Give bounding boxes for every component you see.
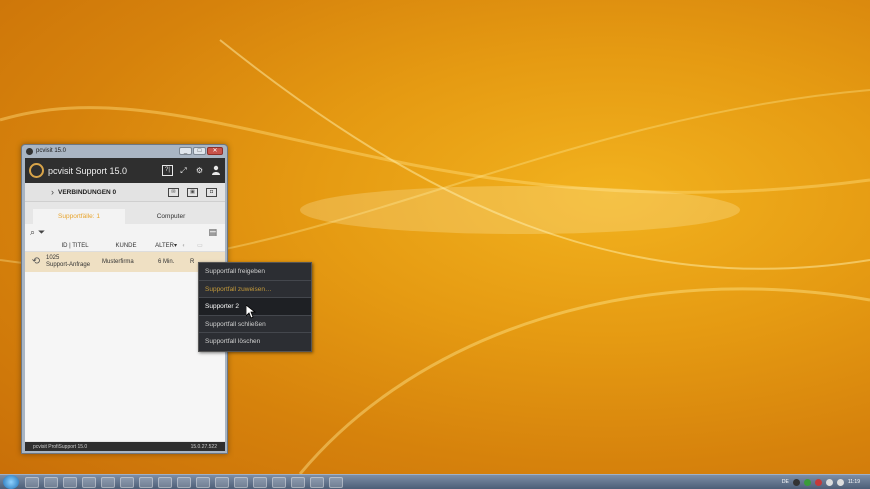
contact-card-icon[interactable]: ◘ bbox=[206, 187, 217, 197]
system-tray: DE 11:19 bbox=[782, 478, 870, 486]
taskbar-app-icon[interactable] bbox=[215, 476, 229, 488]
chevron-right-icon[interactable]: › bbox=[51, 187, 54, 197]
taskbar-app-icon[interactable] bbox=[101, 476, 115, 488]
table-row[interactable]: ⟲ 1025 Support-Anfrage Musterfirma 6 Min… bbox=[25, 252, 225, 272]
connections-bar[interactable]: › VERBINDUNGEN 0 ✉ ▣ ◘ bbox=[25, 183, 225, 202]
search-icon[interactable]: ⌕ bbox=[30, 227, 35, 238]
tab-bar: Supportfälle: 1 Computer bbox=[25, 209, 225, 224]
start-button[interactable] bbox=[3, 475, 19, 489]
taskbar-app-icon[interactable] bbox=[120, 476, 134, 488]
tab-computer[interactable]: Computer bbox=[125, 209, 217, 224]
help-icon[interactable]: ?| bbox=[162, 165, 173, 176]
taskbar-app-icon[interactable] bbox=[310, 476, 324, 488]
app-icon bbox=[26, 147, 33, 155]
window-title: pcvisit 15.0 bbox=[36, 148, 67, 154]
clock[interactable]: 11:19 bbox=[848, 479, 860, 485]
main-content: › VERBINDUNGEN 0 ✉ ▣ ◘ Supportfälle: 1 C… bbox=[25, 183, 225, 445]
case-title: Support-Anfrage bbox=[46, 262, 91, 268]
tab-support-cases[interactable]: Supportfälle: 1 bbox=[33, 209, 125, 224]
taskbar-app-icon[interactable] bbox=[177, 476, 191, 488]
taskbar-app-icon[interactable] bbox=[329, 476, 343, 488]
case-extra: R bbox=[190, 259, 195, 265]
pcvisit-tray-icon[interactable] bbox=[792, 478, 800, 486]
pcvisit-window: pcvisit 15.0 _ □ ✕ pcvisit Support 15.0 … bbox=[21, 144, 228, 454]
window-titlebar[interactable]: pcvisit 15.0 _ □ ✕ bbox=[22, 145, 227, 157]
user-icon[interactable] bbox=[210, 165, 221, 176]
menu-item-release-case[interactable]: Supportfall freigeben bbox=[199, 263, 311, 281]
column-id-title[interactable]: ID | TITEL bbox=[25, 243, 105, 249]
status-bar: pcvisit ProfiSupport 15.0 15.0.27.522 bbox=[25, 442, 225, 451]
list-toolbar: ⌕ ⏷ ▤ bbox=[25, 224, 225, 240]
network-tray-icon[interactable] bbox=[825, 478, 833, 486]
case-list-area bbox=[25, 272, 225, 441]
taskbar-app-icon[interactable] bbox=[272, 476, 286, 488]
document-icon[interactable]: ▤ bbox=[208, 227, 217, 238]
taskbar-app-icon[interactable] bbox=[234, 476, 248, 488]
taskbar-app-icon[interactable] bbox=[63, 476, 77, 488]
table-header: ID | TITEL KUNDE ALTER▾ ◐ ▭ bbox=[25, 240, 225, 252]
taskbar-app-icon[interactable] bbox=[44, 476, 58, 488]
volume-tray-icon[interactable] bbox=[836, 478, 844, 486]
column-age[interactable]: ALTER▾ bbox=[147, 242, 177, 249]
taskbar-app-icon[interactable] bbox=[82, 476, 96, 488]
column-status-icon[interactable]: ◐ bbox=[177, 243, 191, 249]
app-name: pcvisit Support 15.0 bbox=[48, 165, 128, 176]
taskbar-app-icon[interactable] bbox=[291, 476, 305, 488]
app-header: pcvisit Support 15.0 ?| ⤢ ⚙ bbox=[25, 158, 225, 183]
maximize-button[interactable]: □ bbox=[193, 147, 206, 155]
taskbar-app-icon[interactable] bbox=[139, 476, 153, 488]
remote-session-icon[interactable]: ▣ bbox=[187, 187, 198, 197]
column-chat-icon[interactable]: ▭ bbox=[191, 242, 209, 249]
taskbar-app-icon[interactable] bbox=[196, 476, 210, 488]
support-request-icon: ⟲ bbox=[31, 256, 41, 267]
security-tray-icon[interactable] bbox=[803, 478, 811, 486]
taskbar: DE 11:19 bbox=[0, 474, 870, 489]
menu-item-assign-case[interactable]: Supportfall zuweisen… bbox=[199, 281, 311, 298]
mouse-cursor-icon bbox=[246, 305, 256, 319]
filter-icon[interactable]: ⏷ bbox=[38, 227, 45, 238]
minimize-button[interactable]: _ bbox=[179, 147, 192, 155]
close-button[interactable]: ✕ bbox=[207, 147, 223, 155]
pcvisit-logo-icon bbox=[29, 163, 44, 178]
case-age: 6 Min. bbox=[158, 259, 175, 265]
flag-tray-icon[interactable] bbox=[814, 478, 822, 486]
case-customer: Musterfirma bbox=[102, 259, 134, 265]
taskbar-app-icon[interactable] bbox=[253, 476, 267, 488]
invite-mail-icon[interactable]: ✉ bbox=[168, 187, 179, 197]
taskbar-app-icon[interactable] bbox=[25, 476, 39, 488]
language-indicator[interactable]: DE bbox=[782, 479, 789, 485]
expand-icon[interactable]: ⤢ bbox=[178, 165, 189, 176]
menu-item-delete-case[interactable]: Supportfall löschen bbox=[199, 333, 311, 351]
gear-icon[interactable]: ⚙ bbox=[194, 165, 205, 176]
column-customer[interactable]: KUNDE bbox=[105, 243, 147, 249]
connections-label: VERBINDUNGEN 0 bbox=[58, 188, 117, 196]
product-name: pcvisit ProfiSupport 15.0 bbox=[33, 443, 88, 450]
version-number: 15.0.27.522 bbox=[190, 443, 217, 450]
case-id: 1025 bbox=[46, 255, 60, 261]
case-id-title: 1025 Support-Anfrage bbox=[46, 255, 102, 269]
taskbar-app-icon[interactable] bbox=[158, 476, 172, 488]
